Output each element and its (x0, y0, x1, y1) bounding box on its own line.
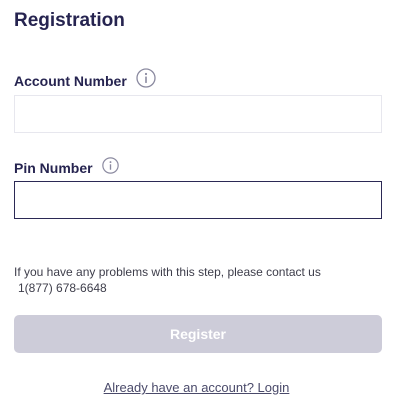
pin-number-info-icon[interactable] (101, 157, 119, 179)
pin-number-label: Pin Number (14, 160, 93, 176)
account-number-input[interactable] (14, 95, 382, 133)
register-button[interactable]: Register (14, 315, 382, 353)
login-link-row: Already have an account? Login (0, 379, 393, 396)
help-text: If you have any problems with this step,… (14, 265, 321, 279)
page-title: Registration (14, 10, 125, 31)
help-text-block: If you have any problems with this step,… (14, 264, 321, 296)
account-number-label-row: Account Number (14, 68, 156, 93)
pin-number-input[interactable] (14, 181, 382, 219)
account-number-label: Account Number (14, 72, 127, 89)
login-link[interactable]: Already have an account? Login (104, 380, 290, 395)
account-number-info-icon[interactable] (136, 68, 156, 93)
help-phone: 1(877) 678-6648 (18, 281, 107, 295)
pin-number-label-row: Pin Number (14, 157, 119, 179)
